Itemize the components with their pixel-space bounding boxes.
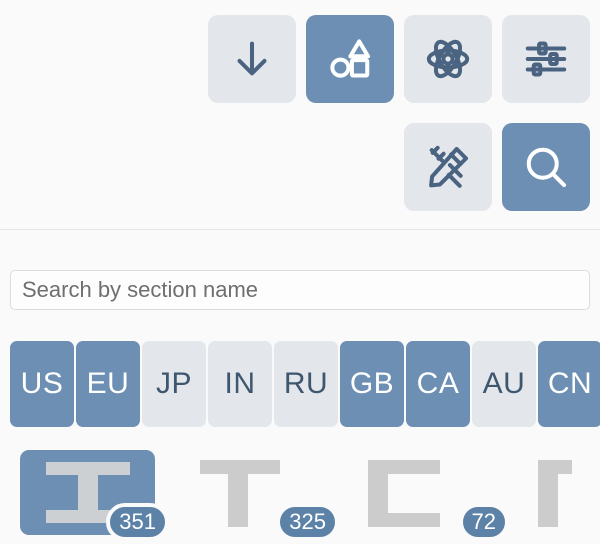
country-chip-in[interactable]: IN bbox=[208, 341, 272, 427]
country-chip-au[interactable]: AU bbox=[472, 341, 536, 427]
country-chip-us[interactable]: US bbox=[10, 341, 74, 427]
profile-type-list: 351 325 72 bbox=[20, 450, 600, 544]
search-input[interactable] bbox=[10, 270, 590, 310]
design-tools-button[interactable] bbox=[404, 123, 492, 211]
toolbar-row-secondary bbox=[404, 123, 590, 211]
country-chip-ca[interactable]: CA bbox=[406, 341, 470, 427]
profile-card[interactable]: 325 bbox=[190, 450, 339, 541]
settings-button[interactable] bbox=[502, 15, 590, 103]
sliders-icon bbox=[523, 36, 569, 82]
country-filter-chips: US EU JP IN RU GB CA AU CN bbox=[10, 341, 600, 427]
country-chip-eu[interactable]: EU bbox=[76, 341, 140, 427]
country-chip-cn[interactable]: CN bbox=[538, 341, 600, 427]
search-icon bbox=[523, 144, 569, 190]
profile-count-badge: 351 bbox=[106, 503, 169, 541]
design-tools-icon bbox=[425, 144, 471, 190]
shapes-icon bbox=[327, 36, 373, 82]
profile-card[interactable]: 72 bbox=[360, 450, 509, 541]
download-button[interactable] bbox=[208, 15, 296, 103]
download-icon bbox=[229, 36, 275, 82]
toolbar-row-primary bbox=[208, 15, 590, 103]
profile-count-badge: 72 bbox=[458, 503, 509, 541]
atom-icon bbox=[425, 36, 471, 82]
profile-card[interactable] bbox=[530, 450, 600, 535]
toolbar bbox=[0, 0, 600, 230]
country-chip-jp[interactable]: JP bbox=[142, 341, 206, 427]
profile-card[interactable]: 351 bbox=[20, 450, 169, 541]
country-chip-gb[interactable]: GB bbox=[340, 341, 404, 427]
shapes-button[interactable] bbox=[306, 15, 394, 103]
profile-count-badge: 325 bbox=[276, 503, 339, 541]
search-field-wrapper bbox=[10, 270, 590, 310]
angle-profile-icon bbox=[538, 460, 572, 527]
material-button[interactable] bbox=[404, 15, 492, 103]
search-button[interactable] bbox=[502, 123, 590, 211]
country-chip-ru[interactable]: RU bbox=[274, 341, 338, 427]
